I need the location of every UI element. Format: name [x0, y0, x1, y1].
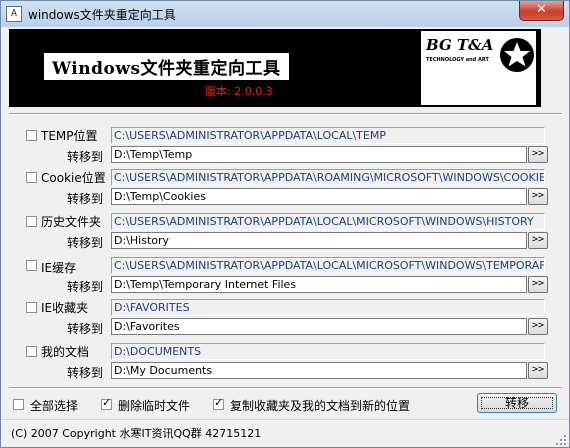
ie-cache-browse-button[interactable]: >>: [528, 276, 548, 293]
select-all-label: 全部选择: [30, 399, 79, 413]
version-label: 版本: 2.0.0.3: [205, 85, 273, 98]
ie-favorites-label: IE收藏夹: [41, 301, 89, 315]
temp-source-path: C:\USERS\ADMINISTRATOR\APPDATA\LOCAL\TEM…: [111, 127, 545, 144]
ie-favorites-browse-button[interactable]: >>: [528, 318, 548, 335]
ie-cache-target-input[interactable]: D:\Temp\Temporary Internet Files: [111, 276, 527, 293]
title-bar[interactable]: A windows文件夹重定向工具 ✕: [1, 1, 569, 27]
ie-cache-label: IE缓存: [41, 261, 77, 275]
documents-browse-button[interactable]: >>: [528, 362, 548, 379]
folder-row-ie-favorites: IE收藏夹 D:\FAVORITES 转移到 D:\Favorites >>: [1, 299, 569, 343]
history-label: 历史文件夹: [41, 215, 102, 229]
select-all-checkbox[interactable]: [13, 399, 24, 410]
app-window: A windows文件夹重定向工具 ✕ Windows文件夹重定向工具 版本: …: [0, 0, 570, 448]
delete-temp-label: 删除临时文件: [118, 399, 191, 413]
temp-checkbox[interactable]: [26, 130, 37, 141]
folder-row-history: 历史文件夹 C:\USERS\ADMINISTRATOR\APPDATA\LOC…: [1, 213, 569, 257]
ie-favorites-move-to-label: 转移到: [67, 322, 104, 336]
resize-grip-icon[interactable]: [555, 434, 567, 446]
folder-row-cookie: Cookie位置 C:\USERS\ADMINISTRATOR\APPDATA\…: [1, 169, 569, 213]
temp-browse-button[interactable]: >>: [528, 146, 548, 163]
delete-temp-checkbox[interactable]: [101, 396, 112, 410]
documents-source-path: D:\DOCUMENTS: [111, 343, 545, 360]
copy-favorites-label: 复制收藏夹及我的文档到新的位置: [230, 399, 411, 413]
star-logo-icon: [500, 38, 534, 72]
ie-favorites-source-path: D:\FAVORITES: [111, 299, 545, 316]
banner-title: Windows文件夹重定向工具: [44, 53, 289, 80]
ie-cache-checkbox[interactable]: [26, 260, 37, 271]
copy-favorites-checkbox[interactable]: [213, 396, 224, 410]
cookie-label: Cookie位置: [41, 171, 106, 185]
status-bar: (C) 2007 Copyright 水寒IT资讯QQ群 42715121: [1, 419, 569, 447]
cookie-source-path: C:\USERS\ADMINISTRATOR\APPDATA\ROAMING\M…: [111, 169, 545, 186]
move-button[interactable]: 转移: [477, 393, 557, 413]
ie-cache-source-path: C:\USERS\ADMINISTRATOR\APPDATA\LOCAL\MIC…: [111, 257, 545, 274]
copyright-text: (C) 2007 Copyright 水寒IT资讯QQ群 42715121: [11, 427, 262, 440]
history-source-path: C:\USERS\ADMINISTRATOR\APPDATA\LOCAL\MIC…: [111, 213, 545, 230]
temp-target-input[interactable]: D:\Temp\Temp: [111, 146, 527, 163]
separator-top: [9, 113, 562, 115]
app-icon: A: [6, 6, 22, 22]
logo-subtitle: TECHNOLOGY and ART: [426, 57, 489, 63]
temp-label: TEMP位置: [41, 129, 98, 143]
cookie-target-input[interactable]: D:\Temp\Cookies: [111, 188, 527, 205]
history-target-input[interactable]: D:\History: [111, 232, 527, 249]
cookie-move-to-label: 转移到: [67, 192, 104, 206]
documents-label: 我的文档: [41, 345, 90, 359]
ie-favorites-checkbox[interactable]: [26, 302, 37, 313]
cookie-browse-button[interactable]: >>: [528, 188, 548, 205]
ie-favorites-target-input[interactable]: D:\Favorites: [111, 318, 527, 335]
window-title: windows文件夹重定向工具: [28, 8, 176, 22]
temp-move-to-label: 转移到: [67, 150, 104, 164]
brand-logo: BG T&A TECHNOLOGY and ART: [421, 31, 536, 105]
history-browse-button[interactable]: >>: [528, 232, 548, 249]
close-button[interactable]: ✕: [519, 1, 564, 21]
folder-row-temp: TEMP位置 C:\USERS\ADMINISTRATOR\APPDATA\LO…: [1, 127, 569, 171]
history-checkbox[interactable]: [26, 216, 37, 227]
documents-move-to-label: 转移到: [67, 366, 104, 380]
documents-checkbox[interactable]: [26, 346, 37, 357]
cookie-checkbox[interactable]: [26, 172, 37, 183]
folder-row-ie-cache: IE缓存 C:\USERS\ADMINISTRATOR\APPDATA\LOCA…: [1, 257, 569, 301]
history-move-to-label: 转移到: [67, 236, 104, 250]
folder-row-documents: 我的文档 D:\DOCUMENTS 转移到 D:\My Documents >>: [1, 343, 569, 387]
logo-text: BG T&A: [426, 36, 494, 54]
documents-target-input[interactable]: D:\My Documents: [111, 362, 527, 379]
separator-bottom: [9, 387, 562, 389]
ie-cache-move-to-label: 转移到: [67, 280, 104, 294]
banner: Windows文件夹重定向工具 版本: 2.0.0.3 BG T&A TECHN…: [9, 29, 541, 107]
